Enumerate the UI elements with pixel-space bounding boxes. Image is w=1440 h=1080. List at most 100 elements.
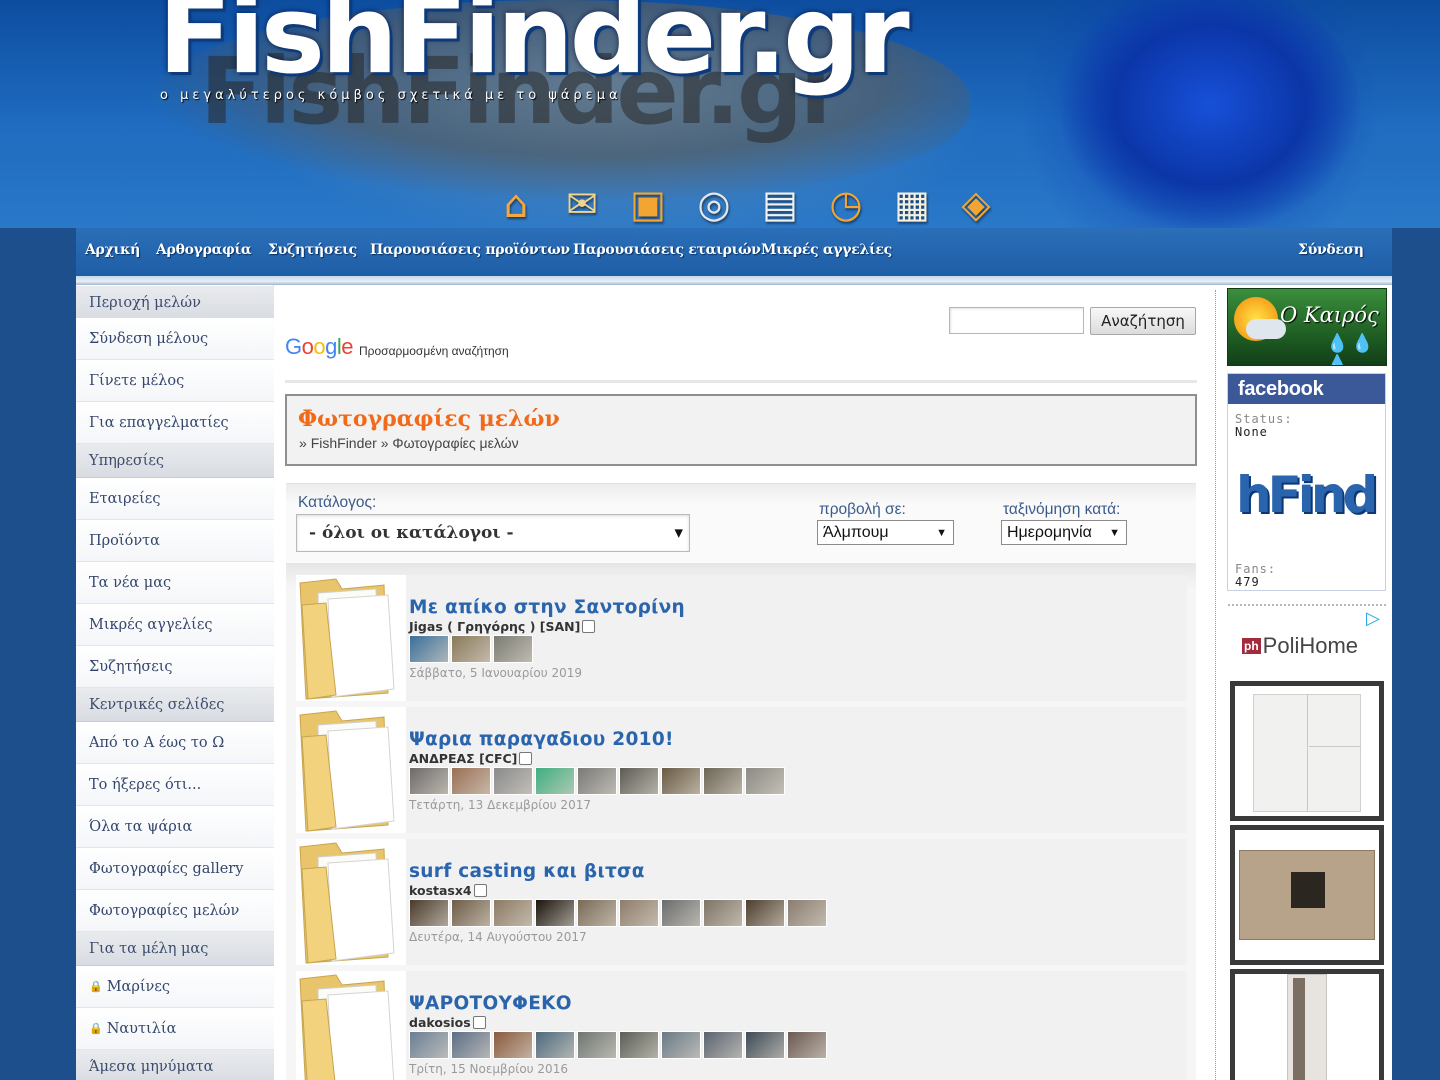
photo-thumbnail[interactable]	[493, 635, 533, 663]
adchoices-icon[interactable]: ▷	[1366, 608, 1380, 629]
album-author[interactable]: ΑΝΔΡΕΑΣ [CFC]	[409, 751, 533, 766]
sidebar-item-companies[interactable]: Εταιρείες	[76, 478, 274, 520]
folder-icon[interactable]	[296, 707, 406, 833]
clapperboard-icon[interactable]: ▤	[756, 180, 804, 228]
site-tagline: ο μεγαλύτερος κόμβος σχετικά με το ψάρεμ…	[160, 88, 622, 103]
photo-thumbnail[interactable]	[619, 1031, 659, 1059]
album-item[interactable]: Με απίκο στην Σαντορίνη Jigas ( Γρηγόρης …	[296, 575, 1187, 701]
photo-thumbnail[interactable]	[703, 1031, 743, 1059]
folder-icon[interactable]	[296, 971, 406, 1080]
folder-icon[interactable]	[296, 575, 406, 701]
nav-item-company-presentations[interactable]: Παρουσιάσεις εταιριών	[573, 242, 761, 258]
sidebar-item-products[interactable]: Προϊόντα	[76, 520, 274, 562]
weather-widget[interactable]: Ο Καιρός 💧💧💧	[1227, 288, 1387, 366]
sidebar-item-a-to-z[interactable]: Από το Α έως το Ω	[76, 722, 274, 764]
photo-thumbnail[interactable]	[577, 899, 617, 927]
status-box-icon	[519, 752, 533, 765]
photo-thumbnail[interactable]	[745, 899, 785, 927]
sidebar-item-did-you-know[interactable]: Το ήξερες ότι...	[76, 764, 274, 806]
photo-thumbnail[interactable]	[745, 767, 785, 795]
page-title: Φωτογραφίες μελών	[298, 406, 560, 432]
dotted-divider	[1215, 290, 1216, 1080]
shopping-bag-icon[interactable]: ▣	[624, 180, 672, 228]
facebook-widget[interactable]: facebook Status: None hFind Fans: 479	[1227, 373, 1386, 591]
photo-thumbnail[interactable]	[409, 899, 449, 927]
nav-login[interactable]: Σύνδεση	[1298, 242, 1364, 258]
nav-item-home[interactable]: Αρχική	[85, 242, 140, 258]
photo-thumbnail[interactable]	[409, 1031, 449, 1059]
album-item[interactable]: Ψαρια παραγαδιου 2010! ΑΝΔΡΕΑΣ [CFC] Τετάρ…	[296, 707, 1187, 833]
album-item[interactable]: ΨΑΡΟΤΟΥΦΕΚΟ dakosios Τρίτη, 15 Νοεμβρίου 2…	[296, 971, 1187, 1080]
album-title[interactable]: Με απίκο στην Σαντορίνη	[409, 597, 685, 618]
sidebar-item-photo-gallery[interactable]: Φωτογραφίες gallery	[76, 848, 274, 890]
sidebar-item-professionals[interactable]: Για επαγγελματίες	[76, 402, 274, 444]
photo-thumbnail[interactable]	[535, 1031, 575, 1059]
clock-icon[interactable]: ◷	[822, 180, 870, 228]
photo-thumbnail[interactable]	[535, 899, 575, 927]
sidebar-item-member-photos[interactable]: Φωτογραφίες μελών	[76, 890, 274, 932]
album-title[interactable]: ΨΑΡΟΤΟΥΦΕΚΟ	[409, 993, 572, 1014]
nav-item-product-presentations[interactable]: Παρουσιάσεις προϊόντων	[370, 242, 570, 258]
home-icon[interactable]: ⌂	[492, 180, 540, 228]
photo-thumbnail[interactable]	[577, 767, 617, 795]
cd-icon[interactable]: ◎	[690, 180, 738, 228]
breadcrumb-home[interactable]: FishFinder	[311, 435, 377, 451]
photo-thumbnail[interactable]	[409, 767, 449, 795]
ad-product-cabinet[interactable]	[1230, 681, 1384, 821]
sidebar-item-news[interactable]: Τα νέα μας	[76, 562, 274, 604]
nav-item-classifieds[interactable]: Μικρές αγγελίες	[761, 242, 892, 258]
sidebar-item-navigation[interactable]: 🔒 Ναυτιλία	[76, 1008, 274, 1050]
sidebar-item-label: Ναυτιλία	[106, 1020, 177, 1037]
ad-product-bookcase[interactable]	[1230, 969, 1384, 1080]
calendar-icon[interactable]: ▦	[888, 180, 936, 228]
photo-thumbnail[interactable]	[661, 767, 701, 795]
photo-thumbnail[interactable]	[451, 899, 491, 927]
photo-thumbnail[interactable]	[703, 899, 743, 927]
nav-item-discussions[interactable]: Συζητήσεις	[268, 242, 357, 258]
album-title[interactable]: Ψαρια παραγαδιου 2010!	[409, 729, 674, 750]
photo-thumbnail[interactable]	[661, 899, 701, 927]
album-title[interactable]: surf casting και βιτσα	[409, 861, 645, 882]
album-author[interactable]: kostasx4	[409, 883, 487, 898]
photo-thumbnail[interactable]	[745, 1031, 785, 1059]
photo-thumbnail[interactable]	[451, 635, 491, 663]
site-logo[interactable]: FishFinder.gr	[158, 0, 910, 90]
breadcrumb-current[interactable]: Φωτογραφίες μελών	[392, 435, 518, 451]
sidebar-item-all-fish[interactable]: Όλα τα ψάρια	[76, 806, 274, 848]
photo-thumbnail[interactable]	[577, 1031, 617, 1059]
sort-select[interactable]: Ημερομηνία ▼	[1001, 520, 1127, 545]
photo-thumbnail[interactable]	[493, 899, 533, 927]
album-item[interactable]: surf casting και βιτσα kostasx4 Δευτέρα, 1…	[296, 839, 1187, 965]
catalog-select[interactable]: - όλοι οι κατάλογοι - ▼	[296, 514, 690, 552]
ad-product-sideboard[interactable]	[1230, 825, 1384, 965]
sidebar-item-marinas[interactable]: 🔒 Μαρίνες	[76, 966, 274, 1008]
photo-thumbnail[interactable]	[409, 635, 449, 663]
photo-thumbnail[interactable]	[787, 1031, 827, 1059]
sidebar-heading-services: Υπηρεσίες	[76, 444, 274, 478]
sidebar-item-discussions[interactable]: Συζητήσεις	[76, 646, 274, 688]
ad-brand[interactable]: ph PoliHome	[1242, 633, 1358, 659]
photo-thumbnail[interactable]	[493, 1031, 533, 1059]
photo-thumbnail[interactable]	[535, 767, 575, 795]
photo-thumbnail[interactable]	[493, 767, 533, 795]
album-author[interactable]: dakosios	[409, 1015, 486, 1030]
search-button[interactable]: Αναζήτηση	[1090, 307, 1196, 335]
photo-thumbnail[interactable]	[619, 767, 659, 795]
photo-thumbnail[interactable]	[661, 1031, 701, 1059]
sidebar-item-member-login[interactable]: Σύνδεση μέλους	[76, 318, 274, 360]
nav-item-articles[interactable]: Αρθογραφία	[156, 242, 252, 258]
view-select[interactable]: Άλμπουμ ▼	[817, 520, 954, 545]
mail-icon[interactable]: ✉	[558, 180, 606, 228]
sidebar-item-classifieds[interactable]: Μικρές αγγελίες	[76, 604, 274, 646]
sidebar-item-register[interactable]: Γίνετε μέλος	[76, 360, 274, 402]
photo-thumbnail[interactable]	[787, 899, 827, 927]
photo-thumbnail[interactable]	[451, 1031, 491, 1059]
album-author[interactable]: Jigas ( Γρηγόρης ) [SAN]	[409, 619, 596, 634]
fb-brand-logo: hFind	[1236, 466, 1378, 524]
photo-thumbnail[interactable]	[451, 767, 491, 795]
folder-icon[interactable]	[296, 839, 406, 965]
tag-icon[interactable]: ◈	[952, 180, 1000, 228]
photo-thumbnail[interactable]	[703, 767, 743, 795]
photo-thumbnail[interactable]	[619, 899, 659, 927]
search-input[interactable]	[949, 307, 1084, 334]
